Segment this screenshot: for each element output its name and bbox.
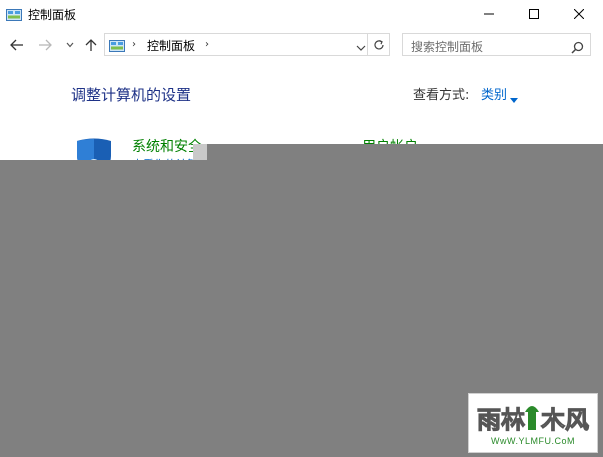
- gray-overlay-notch: [193, 144, 603, 160]
- maximize-button[interactable]: [511, 0, 556, 28]
- breadcrumb[interactable]: 控制面板: [147, 37, 195, 54]
- close-button[interactable]: [556, 0, 601, 28]
- address-dropdown-icon[interactable]: [355, 39, 367, 51]
- forward-arrow-icon[interactable]: [37, 37, 53, 53]
- up-arrow-icon[interactable]: [83, 37, 99, 53]
- search-icon[interactable]: [571, 39, 584, 54]
- window-title: 控制面板: [28, 8, 77, 22]
- control-panel-icon: [6, 7, 22, 21]
- search-placeholder: 搜索控制面板: [411, 40, 484, 54]
- breadcrumb-chevron-icon[interactable]: ›: [132, 39, 136, 50]
- minimize-button[interactable]: [466, 0, 511, 28]
- recent-locations-chevron-icon[interactable]: [63, 37, 77, 53]
- title-bar: 控制面板: [0, 0, 603, 28]
- page-title: 调整计算机的设置: [71, 86, 192, 104]
- refresh-icon: [373, 39, 384, 49]
- watermark-logo: 雨林 木风: [473, 398, 593, 436]
- svg-text:木风: 木风: [540, 406, 589, 434]
- back-arrow-icon[interactable]: [9, 37, 25, 53]
- breadcrumb-chevron-icon[interactable]: ›: [205, 39, 209, 50]
- control-panel-icon: [109, 38, 125, 52]
- caret-down-icon[interactable]: [510, 89, 518, 103]
- view-by-label: 查看方式:: [413, 88, 470, 103]
- watermark: 雨林 木风 WwW.YLMFU.CoM: [468, 393, 598, 453]
- refresh-button[interactable]: [368, 33, 390, 56]
- gray-overlay-notch-light: [193, 144, 207, 160]
- close-icon: [573, 9, 584, 19]
- view-by-dropdown[interactable]: 类别: [481, 84, 507, 103]
- search-input[interactable]: 搜索控制面板: [402, 33, 591, 56]
- navigation-bar: › 控制面板 › 搜索控制面板: [0, 30, 603, 60]
- category-system-security-link[interactable]: 系统和安全: [132, 136, 202, 156]
- svg-text:雨林: 雨林: [477, 406, 525, 434]
- minimize-icon: [483, 13, 494, 15]
- watermark-url: WwW.YLMFU.CoM: [491, 436, 575, 446]
- maximize-icon: [528, 9, 539, 19]
- control-panel-window: 控制面板 › 控制面板 › 搜索控制面板 调整计算机的设置 查看方式: 类别 系…: [0, 0, 603, 457]
- address-bar[interactable]: › 控制面板 ›: [104, 33, 368, 56]
